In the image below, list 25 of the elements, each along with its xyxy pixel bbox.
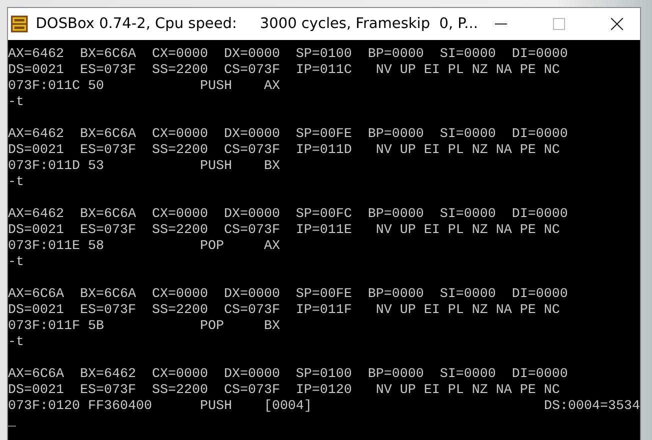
dosbox-logo-icon <box>11 14 28 34</box>
command-prompt: -t <box>8 95 24 110</box>
instruction-line: 073F:011F 5B POP BX <box>8 319 280 335</box>
command-prompt: -t <box>8 255 24 270</box>
segment-flags-line: DS=0021 ES=073F SS=2200 CS=073F IP=011D NV UP EI PL NZ NA PE NC <box>8 143 560 158</box>
instruction-line: 073F:0120 FF360400 PUSH [0004] <box>8 399 312 415</box>
register-line: AX=6462 BX=6C6A CX=0000 DX=0000 SP=00FC BP=0000 SI=0000 DI=0000 <box>8 207 568 222</box>
instruction-line: 073F:011C 50 PUSH AX <box>8 79 280 95</box>
command-prompt: -t <box>8 175 24 190</box>
command-prompt: _ <box>8 415 16 430</box>
command-prompt: -t <box>8 335 24 350</box>
maximize-icon <box>553 18 565 30</box>
register-line: AX=6C6A BX=6462 CX=0000 DX=0000 SP=0100 BP=0000 SI=0000 DI=0000 <box>8 367 568 382</box>
instruction-line: 073F:011D 53 PUSH BX <box>8 159 280 175</box>
close-icon <box>611 18 623 30</box>
register-line: AX=6C6A BX=6C6A CX=0000 DX=0000 SP=00FE BP=0000 SI=0000 DI=0000 <box>8 287 568 302</box>
window-title: DOSBox 0.74-2, Cpu speed: 3000 cycles, Frameskip 0, P... <box>36 16 478 32</box>
segment-flags-line: DS=0021 ES=073F SS=2200 CS=073F IP=011F NV UP EI PL NZ NA PE NC <box>8 303 560 318</box>
segment-flags-line: DS=0021 ES=073F SS=2200 CS=073F IP=011E NV UP EI PL NZ NA PE NC <box>8 223 560 238</box>
segment-flags-line: DS=0021 ES=073F SS=2200 CS=073F IP=011C NV UP EI PL NZ NA PE NC <box>8 63 560 78</box>
register-line: AX=6462 BX=6C6A CX=0000 DX=0000 SP=0100 BP=0000 SI=0000 DI=0000 <box>8 47 568 62</box>
register-line: AX=6462 BX=6C6A CX=0000 DX=0000 SP=00FE BP=0000 SI=0000 DI=0000 <box>8 127 568 142</box>
instruction-line: 073F:011E 58 POP AX <box>8 239 280 255</box>
memory-value: DS:0004=3534 <box>544 399 640 415</box>
segment-flags-line: DS=0021 ES=073F SS=2200 CS=073F IP=0120 NV UP EI PL NZ NA PE NC <box>8 383 560 398</box>
